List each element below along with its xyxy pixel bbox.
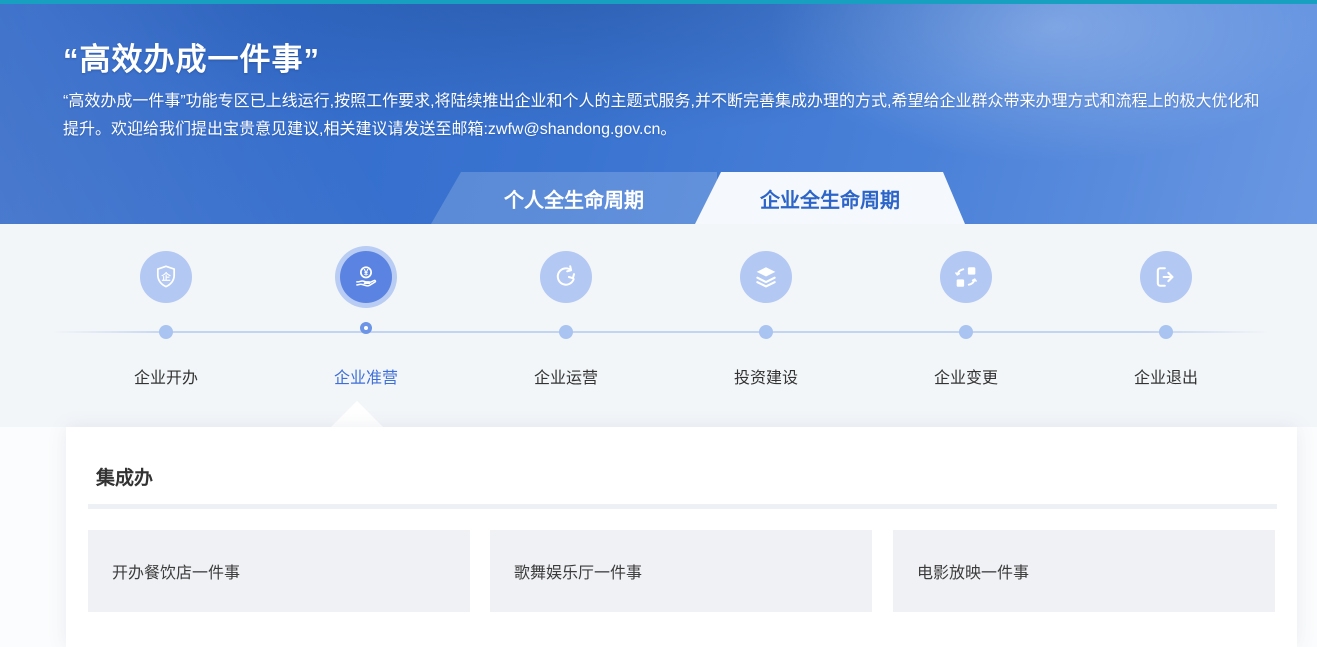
tab-personal-label: 个人全生命周期 (504, 184, 644, 213)
step-circle (940, 251, 992, 303)
step-enterprise-permit[interactable]: ¥ 企业准营 (281, 224, 451, 427)
enterprise-lifecycle-steps: 企 企业开办 ¥ 企业准营 (0, 224, 1317, 427)
step-investment-construction[interactable]: 投资建设 (681, 224, 851, 427)
step-enterprise-start[interactable]: 企 企业开办 (81, 224, 251, 427)
card-label: 电影放映一件事 (917, 559, 1029, 583)
hand-coin-icon: ¥ (352, 263, 380, 291)
step-dot (959, 325, 973, 339)
hero-description: “高效办成一件事”功能专区已上线运行,按照工作要求,将陆续推出企业和个人的主题式… (63, 88, 1261, 144)
step-enterprise-operation[interactable]: 企业运营 (481, 224, 651, 427)
panel-notch-arrow (331, 401, 383, 427)
content-panel: 集成办 开办餐饮店一件事 歌舞娱乐厅一件事 电影放映一件事 (66, 427, 1297, 647)
layers-icon (752, 263, 780, 291)
lifecycle-tabs: 个人全生命周期 企业全生命周期 (0, 172, 1317, 224)
step-enterprise-change[interactable]: 企业变更 (881, 224, 1051, 427)
step-dot (559, 325, 573, 339)
step-circle: ¥ (340, 251, 392, 303)
step-label: 企业准营 (281, 364, 451, 388)
svg-text:企: 企 (160, 271, 171, 282)
hero-banner: “高效办成一件事” “高效办成一件事”功能专区已上线运行,按照工作要求,将陆续推… (0, 0, 1317, 224)
card-dance-hall-service[interactable]: 歌舞娱乐厅一件事 (490, 530, 872, 612)
service-cards: 开办餐饮店一件事 歌舞娱乐厅一件事 电影放映一件事 (88, 530, 1277, 612)
step-circle (540, 251, 592, 303)
step-enterprise-exit[interactable]: 企业退出 (1081, 224, 1251, 427)
step-dot-active (360, 322, 372, 334)
step-circle (1140, 251, 1192, 303)
page: “高效办成一件事” “高效办成一件事”功能专区已上线运行,按照工作要求,将陆续推… (0, 0, 1317, 627)
step-label: 投资建设 (681, 364, 851, 388)
card-label: 开办餐饮店一件事 (112, 559, 240, 583)
tab-personal-lifecycle[interactable]: 个人全生命周期 (431, 172, 717, 224)
card-restaurant-service[interactable]: 开办餐饮店一件事 (88, 530, 470, 612)
card-label: 歌舞娱乐厅一件事 (514, 559, 642, 583)
step-label: 企业退出 (1081, 364, 1251, 388)
section-title: 集成办 (96, 463, 153, 490)
tab-enterprise-lifecycle[interactable]: 企业全生命周期 (695, 172, 965, 224)
step-circle: 企 (140, 251, 192, 303)
top-accent-strip (0, 0, 1317, 4)
step-label: 企业运营 (481, 364, 651, 388)
svg-text:¥: ¥ (364, 267, 369, 277)
swap-squares-icon (952, 263, 980, 291)
step-circle (740, 251, 792, 303)
card-movie-screening-service[interactable]: 电影放映一件事 (893, 530, 1275, 612)
cycle-arrows-icon (552, 263, 580, 291)
tab-enterprise-label: 企业全生命周期 (760, 184, 900, 213)
section-divider (88, 504, 1277, 509)
exit-icon (1152, 263, 1180, 291)
step-dot (759, 325, 773, 339)
step-label: 企业变更 (881, 364, 1051, 388)
step-dot (1159, 325, 1173, 339)
shield-enterprise-icon: 企 (152, 263, 180, 291)
step-label: 企业开办 (81, 364, 251, 388)
step-dot (159, 325, 173, 339)
page-title: “高效办成一件事” (63, 34, 320, 79)
